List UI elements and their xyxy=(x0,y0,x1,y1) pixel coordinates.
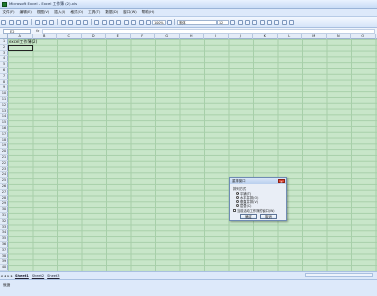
permission-icon[interactable] xyxy=(23,20,28,25)
checkbox-icon[interactable] xyxy=(233,209,236,212)
status-text: 就绪 xyxy=(3,283,10,288)
column-header[interactable]: L xyxy=(278,34,303,39)
name-box[interactable]: E2 xyxy=(3,29,31,34)
column-header[interactable]: N xyxy=(327,34,352,39)
font-size-select[interactable]: 12 xyxy=(217,20,229,25)
ok-button[interactable]: 确定 xyxy=(240,214,257,220)
paste-icon[interactable] xyxy=(76,20,81,25)
sheet-tab-3[interactable]: Sheet3 xyxy=(46,274,61,278)
worksheet: ABCDEFGHIJKLMNOP 12345678910111213141516… xyxy=(0,34,377,271)
italic-icon[interactable] xyxy=(238,20,243,25)
column-header[interactable]: I xyxy=(204,34,229,39)
menu-view[interactable]: 视图(V) xyxy=(34,10,51,15)
print-icon[interactable] xyxy=(35,20,40,25)
cut-icon[interactable] xyxy=(61,20,66,25)
column-header[interactable]: K xyxy=(253,34,278,39)
active-workbook-checkbox[interactable]: 当前活动工作簿的窗口(W) xyxy=(233,208,275,213)
checkbox-label: 当前活动工作簿的窗口(W) xyxy=(237,208,275,213)
column-header[interactable]: D xyxy=(82,34,107,39)
close-icon[interactable]: × xyxy=(278,179,285,183)
column-header[interactable]: G xyxy=(155,34,180,39)
align-right-icon[interactable] xyxy=(267,20,272,25)
title-bar: Microsoft Excel - Excel 工作簿 (2).xls xyxy=(0,0,377,9)
new-file-icon[interactable] xyxy=(1,20,6,25)
menu-file[interactable]: 文件(F) xyxy=(0,10,17,15)
column-header[interactable]: O xyxy=(351,34,376,39)
sheet-tab-1[interactable]: Sheet1 xyxy=(13,274,30,278)
sheet-tab-2[interactable]: Sheet2 xyxy=(30,274,45,278)
menu-insert[interactable]: 插入(I) xyxy=(52,10,68,15)
undo-icon[interactable] xyxy=(94,20,99,25)
active-cell-selection[interactable] xyxy=(8,45,33,51)
radio-icon[interactable] xyxy=(236,204,239,207)
sheet-tab-bar: ◂ ◂ ▸ ▸ Sheet1 Sheet2 Sheet3 xyxy=(0,271,377,279)
toolbar-separator xyxy=(174,19,175,25)
column-headers: ABCDEFGHIJKLMNOP xyxy=(8,34,377,39)
hyperlink-icon[interactable] xyxy=(109,20,114,25)
prev-sheet-arrow-icon[interactable]: ◂ xyxy=(4,274,6,278)
spelling-icon[interactable] xyxy=(49,20,54,25)
menu-help[interactable]: 帮助(H) xyxy=(139,10,157,15)
font-name-select[interactable]: 宋体 xyxy=(177,20,217,25)
toolbar-separator xyxy=(31,19,32,25)
row-headers: 1234567891011121314151617181920212223242… xyxy=(0,39,8,271)
help-icon[interactable] xyxy=(167,20,172,25)
column-header[interactable]: E xyxy=(106,34,131,39)
last-sheet-arrow-icon[interactable]: ▸ xyxy=(11,274,13,278)
column-header[interactable]: J xyxy=(229,34,254,39)
currency-icon[interactable] xyxy=(282,20,287,25)
arrange-windows-dialog: 重排窗口 × 排列方式 平铺(T) 水平并排(O) 垂直并排(V) 层叠(C) … xyxy=(229,177,287,221)
toolbar: 100% 宋体 12 xyxy=(0,17,377,28)
formula-input[interactable] xyxy=(42,29,375,34)
cell-grid[interactable] xyxy=(8,39,377,271)
menu-window[interactable]: 窗口(W) xyxy=(121,10,140,15)
menu-edit[interactable]: 编辑(E) xyxy=(17,10,34,15)
percent-icon[interactable] xyxy=(289,20,294,25)
horizontal-scrollbar[interactable] xyxy=(305,273,373,277)
status-bar: 就绪 xyxy=(0,279,377,296)
autosum-icon[interactable] xyxy=(116,20,121,25)
align-center-icon[interactable] xyxy=(260,20,265,25)
menu-format[interactable]: 格式(O) xyxy=(68,10,86,15)
next-sheet-arrow-icon[interactable]: ▸ xyxy=(8,274,10,278)
align-left-icon[interactable] xyxy=(252,20,257,25)
column-header[interactable]: H xyxy=(180,34,205,39)
toolbar-separator xyxy=(91,19,92,25)
chart-wizard-icon[interactable] xyxy=(139,20,144,25)
toolbar-separator xyxy=(57,19,58,25)
menu-bar: 文件(F) 编辑(E) 视图(V) 插入(I) 格式(O) 工具(T) 数据(D… xyxy=(0,9,377,17)
sort-descending-icon[interactable] xyxy=(131,20,136,25)
underline-icon[interactable] xyxy=(245,20,250,25)
excel-app-icon xyxy=(2,2,7,7)
format-painter-icon[interactable] xyxy=(83,20,88,25)
open-folder-icon[interactable] xyxy=(9,20,14,25)
redo-icon[interactable] xyxy=(102,20,107,25)
column-header[interactable]: C xyxy=(57,34,82,39)
merge-center-icon[interactable] xyxy=(274,20,279,25)
print-preview-icon[interactable] xyxy=(42,20,47,25)
window-title: Microsoft Excel - Excel 工作簿 (2).xls xyxy=(9,1,77,7)
drawing-icon[interactable] xyxy=(146,20,151,25)
first-sheet-arrow-icon[interactable]: ◂ xyxy=(1,274,3,278)
cancel-button[interactable]: 取消 xyxy=(260,214,277,220)
menu-tools[interactable]: 工具(T) xyxy=(86,10,103,15)
zoom-select[interactable]: 100% xyxy=(152,20,165,25)
sort-ascending-icon[interactable] xyxy=(124,20,129,25)
bold-icon[interactable] xyxy=(230,20,235,25)
column-header[interactable]: F xyxy=(131,34,156,39)
copy-icon[interactable] xyxy=(68,20,73,25)
column-header[interactable]: M xyxy=(302,34,327,39)
fx-label[interactable]: fx xyxy=(36,29,39,33)
save-icon[interactable] xyxy=(16,20,21,25)
menu-data[interactable]: 数据(D) xyxy=(103,10,121,15)
